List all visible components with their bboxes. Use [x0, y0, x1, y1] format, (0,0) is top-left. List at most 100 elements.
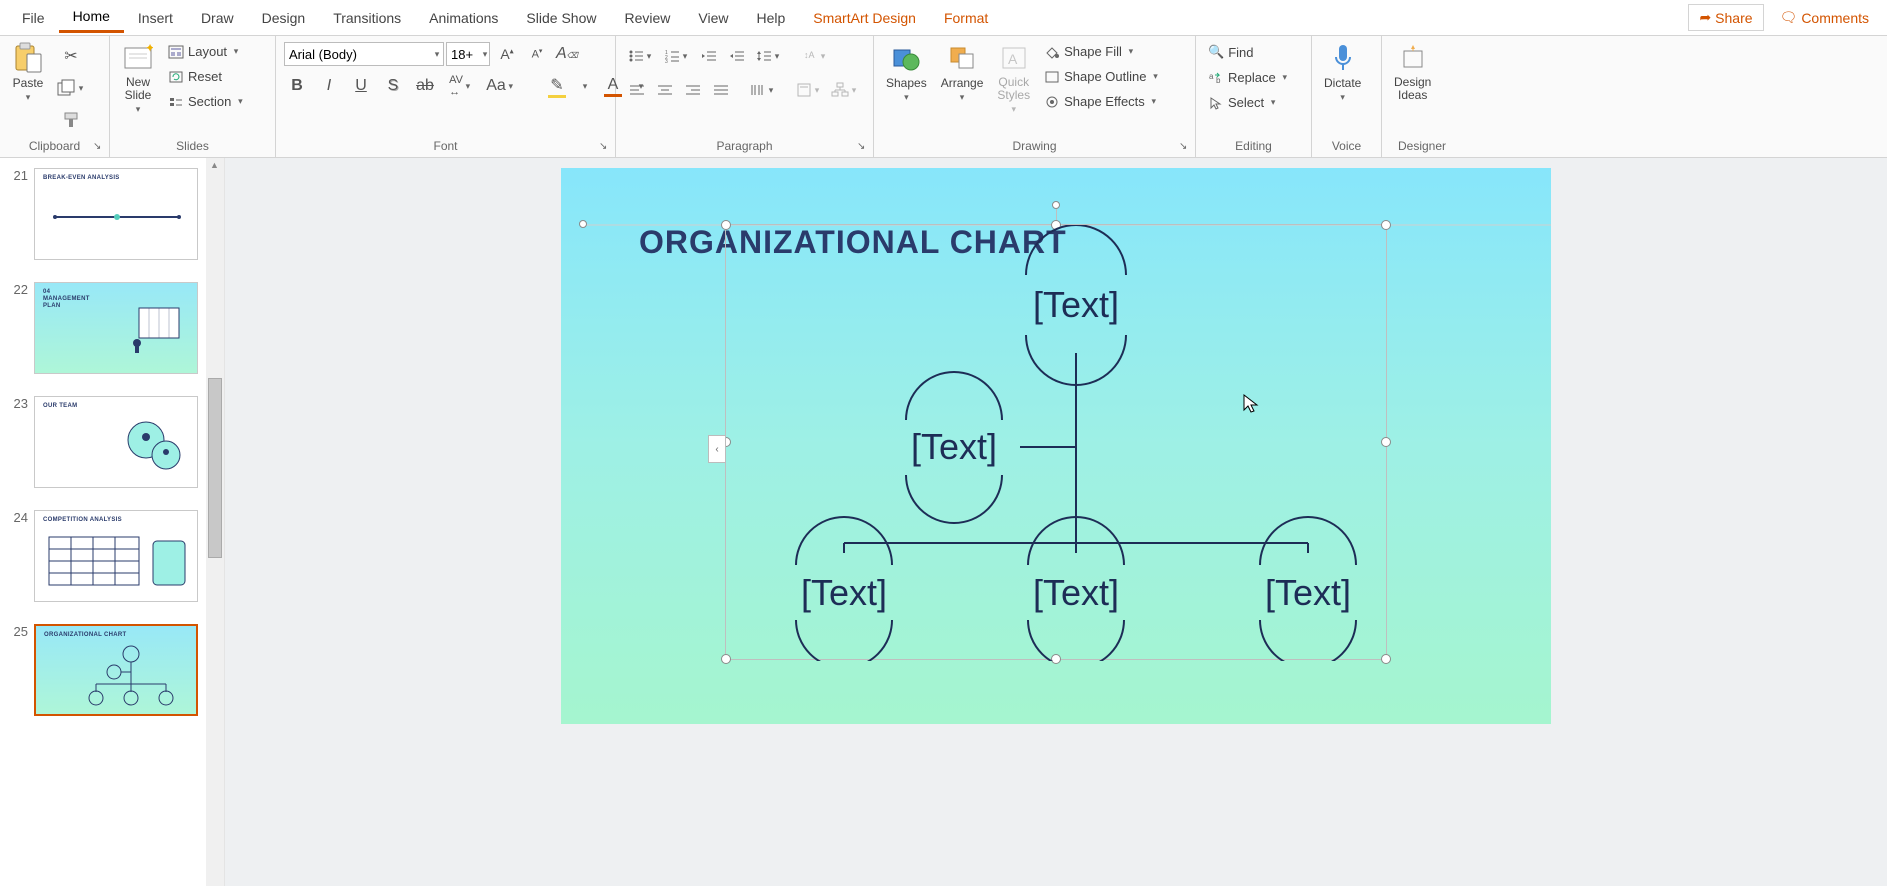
cut-button[interactable]: ✂	[58, 44, 84, 68]
quick-styles-button[interactable]: A Quick Styles ▾	[993, 40, 1034, 117]
bold-button[interactable]: B	[284, 74, 310, 98]
replace-button[interactable]: ab Replace▾	[1204, 68, 1294, 87]
copy-button[interactable]: ▾	[54, 76, 88, 100]
dialog-launcher-icon[interactable]: ↘	[1179, 141, 1191, 153]
org-node-child-3[interactable]: [Text]	[1238, 569, 1378, 617]
scroll-up-icon[interactable]: ▲	[210, 160, 219, 170]
decrease-indent-button[interactable]	[696, 44, 722, 68]
italic-button[interactable]: I	[316, 74, 342, 98]
chevron-down-icon: ▾	[463, 81, 473, 92]
comments-button[interactable]: 🗨 Comments	[1770, 5, 1879, 30]
smartart-container[interactable]: ‹	[725, 224, 1387, 660]
tab-animations[interactable]: Animations	[415, 4, 512, 32]
tab-format[interactable]: Format	[930, 4, 1002, 32]
ribbon-group-designer: Design Ideas Designer	[1382, 36, 1462, 157]
slide-thumbnail[interactable]: 04 MANAGEMENT PLAN	[34, 282, 198, 374]
share-button[interactable]: ➦ Share	[1688, 4, 1763, 31]
thumbnail-row[interactable]: 23 OUR TEAM	[0, 392, 224, 506]
increase-indent-button[interactable]	[724, 44, 750, 68]
slide-thumbnail[interactable]: ORGANIZATIONAL CHART	[34, 624, 198, 716]
slide-thumbnail[interactable]: BREAK-EVEN ANALYSIS	[34, 168, 198, 260]
org-node-child-1[interactable]: [Text]	[774, 569, 914, 617]
strikethrough-button[interactable]: ab	[412, 74, 438, 98]
ribbon-group-font: ▾ ▾ A▴ A▾ A⌫ B I U S ab AV↔▾ Aa▾ ✎	[276, 36, 616, 157]
slide-canvas[interactable]: ORGANIZATIONAL CHART ‹	[561, 168, 1551, 724]
chevron-down-icon: ▾	[1009, 104, 1019, 115]
thumbnail-row[interactable]: 21 BREAK-EVEN ANALYSIS	[0, 164, 224, 278]
tab-draw[interactable]: Draw	[187, 4, 248, 32]
chevron-down-icon: ▾	[1149, 96, 1159, 107]
bullets-button[interactable]: ▾	[624, 44, 658, 68]
tab-transitions[interactable]: Transitions	[319, 4, 415, 32]
shapes-button[interactable]: Shapes ▾	[882, 40, 931, 105]
dictate-button[interactable]: Dictate ▾	[1320, 40, 1365, 105]
rotation-handle[interactable]	[1052, 201, 1060, 209]
increase-font-button[interactable]: A▴	[494, 42, 520, 66]
shape-fill-button[interactable]: Shape Fill▾	[1040, 42, 1140, 61]
line-spacing-button[interactable]: ▾	[752, 44, 786, 68]
align-right-button[interactable]	[680, 78, 706, 102]
new-slide-button[interactable]: ✦ New Slide ▾	[118, 40, 158, 117]
tab-file[interactable]: File	[8, 4, 59, 32]
slide-editor[interactable]: ORGANIZATIONAL CHART ‹	[225, 158, 1887, 886]
tab-smartart-design[interactable]: SmartArt Design	[799, 4, 930, 32]
format-painter-button[interactable]	[58, 108, 84, 132]
dialog-launcher-icon[interactable]: ↘	[857, 141, 869, 153]
slide-thumbnail[interactable]: OUR TEAM	[34, 396, 198, 488]
text-direction-button[interactable]: ↕A▾	[798, 44, 832, 68]
thumbnail-row[interactable]: 22 04 MANAGEMENT PLAN	[0, 278, 224, 392]
section-button[interactable]: Section▾	[164, 92, 249, 111]
reset-button[interactable]: Reset	[164, 67, 226, 86]
org-node-assistant[interactable]: [Text]	[884, 423, 1024, 471]
clear-formatting-button[interactable]: A⌫	[554, 42, 580, 66]
ribbon-group-drawing: Shapes ▾ Arrange ▾ A Quick Styles ▾ Shap…	[874, 36, 1196, 157]
color-swatch	[548, 95, 566, 98]
find-button[interactable]: 🔍 Find	[1204, 42, 1257, 62]
tab-insert[interactable]: Insert	[124, 4, 187, 32]
tab-design[interactable]: Design	[248, 4, 320, 32]
align-center-button[interactable]	[652, 78, 678, 102]
thumbnail-row[interactable]: 24 COMPETITION ANALYSIS	[0, 506, 224, 620]
highlight-color-button[interactable]: ✎	[540, 74, 574, 98]
paste-button[interactable]: Paste ▾	[8, 40, 48, 105]
layout-button[interactable]: Layout▾	[164, 42, 245, 61]
underline-button[interactable]: U	[348, 74, 374, 98]
numbering-button[interactable]: 123▾	[660, 44, 694, 68]
tab-slideshow[interactable]: Slide Show	[512, 4, 610, 32]
dialog-launcher-icon[interactable]: ↘	[93, 141, 105, 153]
change-case-button[interactable]: Aa▾	[484, 74, 518, 98]
shape-outline-button[interactable]: Shape Outline▾	[1040, 67, 1164, 86]
chevron-down-icon[interactable]: ▾	[580, 81, 590, 92]
decrease-font-button[interactable]: A▾	[524, 42, 550, 66]
tab-help[interactable]: Help	[742, 4, 799, 32]
arrange-button[interactable]: Arrange ▾	[937, 40, 988, 105]
font-name-input[interactable]	[284, 42, 444, 66]
select-button[interactable]: Select▾	[1204, 93, 1282, 112]
shadow-button[interactable]: S	[380, 74, 406, 98]
columns-button[interactable]: ▾	[746, 78, 780, 102]
svg-text:b: b	[1216, 76, 1221, 85]
dialog-launcher-icon[interactable]: ↘	[599, 141, 611, 153]
tab-view[interactable]: View	[684, 4, 742, 32]
text-pane-toggle[interactable]: ‹	[708, 435, 726, 463]
tab-home[interactable]: Home	[59, 2, 124, 33]
thumbnail-row[interactable]: 25 ORGANIZATIONAL CHART	[0, 620, 224, 734]
org-node-top[interactable]: [Text]	[1006, 281, 1146, 329]
chevron-down-icon: ▾	[818, 51, 828, 62]
tab-review[interactable]: Review	[610, 4, 684, 32]
scrollbar-track[interactable]: ▲	[206, 158, 224, 886]
align-text-button[interactable]: ▾	[792, 78, 826, 102]
selection-handle[interactable]	[579, 220, 587, 228]
chevron-down-icon[interactable]: ▾	[432, 49, 442, 60]
chevron-down-icon: ▾	[901, 92, 911, 103]
shape-effects-button[interactable]: Shape Effects▾	[1040, 92, 1163, 111]
convert-smartart-button[interactable]: ▾	[828, 78, 862, 102]
align-left-button[interactable]	[624, 78, 650, 102]
slide-thumbnail[interactable]: COMPETITION ANALYSIS	[34, 510, 198, 602]
org-node-child-2[interactable]: [Text]	[1006, 569, 1146, 617]
design-ideas-button[interactable]: Design Ideas	[1390, 40, 1435, 104]
scrollbar-thumb[interactable]	[208, 378, 222, 558]
chevron-down-icon[interactable]: ▾	[480, 49, 490, 60]
justify-button[interactable]	[708, 78, 734, 102]
character-spacing-button[interactable]: AV↔▾	[444, 74, 478, 98]
